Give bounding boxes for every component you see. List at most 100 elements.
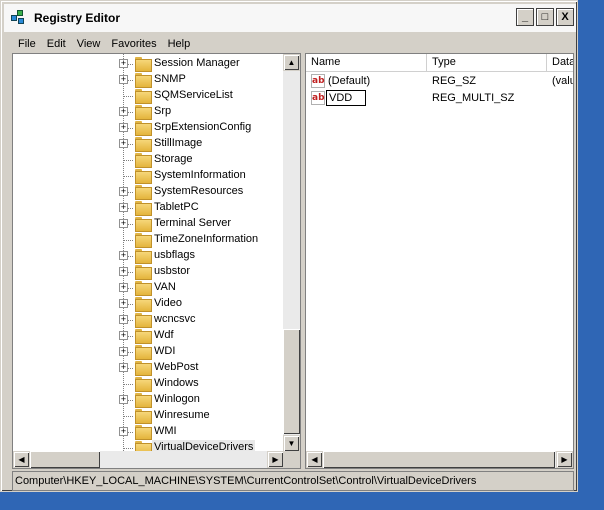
menu-view[interactable]: View: [77, 38, 101, 50]
tree-node[interactable]: + TabletPC: [13, 200, 284, 216]
tree-node-label[interactable]: VAN: [152, 280, 178, 294]
maximize-button[interactable]: □: [536, 8, 554, 26]
tree-node[interactable]: + SNMP: [13, 72, 284, 88]
tree-node[interactable]: + Video: [13, 296, 284, 312]
tree-horizontal-scrollbar[interactable]: ◀ ▶: [13, 451, 284, 468]
tree-node[interactable]: + Session Manager: [13, 56, 284, 72]
registry-tree-pane[interactable]: + Session Manager + SNMP SQMServiceList + Srp +…: [12, 53, 301, 469]
tree-node-label[interactable]: usbstor: [152, 264, 192, 278]
tree-node-label[interactable]: SNMP: [152, 72, 188, 86]
tree-node[interactable]: Windows: [13, 376, 284, 392]
tree-node-label[interactable]: SQMServiceList: [152, 88, 235, 102]
tree-node-label[interactable]: Srp: [152, 104, 173, 118]
expand-node-icon[interactable]: +: [119, 283, 128, 292]
expand-node-icon[interactable]: +: [119, 107, 128, 116]
tree-node[interactable]: + usbstor: [13, 264, 284, 280]
tree-node[interactable]: + WDI: [13, 344, 284, 360]
menu-file[interactable]: File: [18, 38, 36, 50]
tree-node-label[interactable]: WebPost: [152, 360, 200, 374]
tree-node-label[interactable]: Winlogon: [152, 392, 202, 406]
expand-node-icon[interactable]: +: [119, 363, 128, 372]
tree-node-label[interactable]: Wdf: [152, 328, 176, 342]
tree-node-label[interactable]: WDI: [152, 344, 177, 358]
rename-value-input[interactable]: VDD: [326, 90, 366, 106]
value-row-vdd[interactable]: ab VDD REG_MULTI_SZ: [306, 90, 573, 107]
tree-node-label[interactable]: Storage: [152, 152, 195, 166]
column-headers: Name Type Data: [306, 54, 573, 72]
tree-node[interactable]: + usbflags: [13, 248, 284, 264]
close-button[interactable]: X: [556, 8, 574, 26]
expand-node-icon[interactable]: +: [119, 59, 128, 68]
tree-node-label[interactable]: Session Manager: [152, 56, 242, 70]
tree-node-label[interactable]: Video: [152, 296, 184, 310]
tree-connector: [124, 416, 134, 417]
tree-node[interactable]: + WMI: [13, 424, 284, 440]
expand-node-icon[interactable]: +: [119, 267, 128, 276]
scroll-down-button[interactable]: ▼: [283, 435, 300, 452]
tree-node-label[interactable]: SystemInformation: [152, 168, 248, 182]
tree-node[interactable]: + Terminal Server: [13, 216, 284, 232]
expand-node-icon[interactable]: +: [119, 187, 128, 196]
tree-node[interactable]: + Srp: [13, 104, 284, 120]
title-bar[interactable]: Registry Editor _ □ X: [4, 4, 576, 32]
scroll-up-button[interactable]: ▲: [283, 54, 300, 71]
column-header-type[interactable]: Type: [427, 54, 547, 72]
tree-node[interactable]: + StillImage: [13, 136, 284, 152]
expand-node-icon[interactable]: +: [119, 315, 128, 324]
minimize-button[interactable]: _: [516, 8, 534, 26]
expand-node-icon[interactable]: +: [119, 299, 128, 308]
expand-node-icon[interactable]: +: [119, 203, 128, 212]
expand-node-icon[interactable]: +: [119, 219, 128, 228]
scroll-left-button[interactable]: ◀: [13, 451, 30, 468]
tree-node[interactable]: Storage: [13, 152, 284, 168]
menu-edit[interactable]: Edit: [47, 38, 66, 50]
tree-node[interactable]: + SystemResources: [13, 184, 284, 200]
tree-node-label[interactable]: WMI: [152, 424, 179, 438]
value-row-default[interactable]: ab (Default) REG_SZ (valu: [306, 73, 573, 90]
folder-icon: [135, 233, 152, 248]
menu-favorites[interactable]: Favorites: [111, 38, 156, 50]
expand-node-icon[interactable]: +: [119, 331, 128, 340]
tree-node-label[interactable]: SystemResources: [152, 184, 245, 198]
tree-node-label[interactable]: Winresume: [152, 408, 212, 422]
tree-scroll-thumb[interactable]: [283, 329, 300, 434]
tree-node-label[interactable]: SrpExtensionConfig: [152, 120, 253, 134]
values-scroll-left-button[interactable]: ◀: [306, 451, 323, 468]
registry-editor-window: Registry Editor _ □ X File Edit View Fav…: [0, 0, 578, 492]
expand-node-icon[interactable]: +: [119, 427, 128, 436]
expand-node-icon[interactable]: +: [119, 347, 128, 356]
tree-vertical-scrollbar[interactable]: ▲ ▼: [283, 54, 300, 452]
tree-node[interactable]: + SrpExtensionConfig: [13, 120, 284, 136]
scroll-right-button[interactable]: ▶: [267, 451, 284, 468]
expand-node-icon[interactable]: +: [119, 75, 128, 84]
expand-node-icon[interactable]: +: [119, 395, 128, 404]
tree-node[interactable]: + WebPost: [13, 360, 284, 376]
expand-node-icon[interactable]: +: [119, 123, 128, 132]
tree-node-label[interactable]: Terminal Server: [152, 216, 233, 230]
tree-node[interactable]: SystemInformation: [13, 168, 284, 184]
values-horizontal-scrollbar[interactable]: ◀ ▶: [306, 451, 573, 468]
tree-node-label[interactable]: Windows: [152, 376, 201, 390]
expand-node-icon[interactable]: +: [119, 139, 128, 148]
tree-node[interactable]: SQMServiceList: [13, 88, 284, 104]
tree-node[interactable]: + Wdf: [13, 328, 284, 344]
column-header-data[interactable]: Data: [547, 54, 573, 72]
tree-node[interactable]: TimeZoneInformation: [13, 232, 284, 248]
tree-node-label[interactable]: TimeZoneInformation: [152, 232, 260, 246]
menu-help[interactable]: Help: [168, 38, 191, 50]
tree-node-label[interactable]: usbflags: [152, 248, 197, 262]
tree-node-label[interactable]: TabletPC: [152, 200, 201, 214]
tree-node[interactable]: + VAN: [13, 280, 284, 296]
values-hscroll-thumb[interactable]: [323, 451, 555, 468]
tree-node[interactable]: Winresume: [13, 408, 284, 424]
values-scroll-right-button[interactable]: ▶: [556, 451, 573, 468]
tree-node-label[interactable]: wcncsvc: [152, 312, 198, 326]
tree-node[interactable]: + wcncsvc: [13, 312, 284, 328]
column-header-name[interactable]: Name: [306, 54, 427, 72]
expand-node-icon[interactable]: +: [119, 251, 128, 260]
folder-icon: [135, 409, 152, 424]
tree-node-label[interactable]: StillImage: [152, 136, 204, 150]
tree-hscroll-thumb[interactable]: [30, 451, 100, 468]
tree-node[interactable]: + Winlogon: [13, 392, 284, 408]
values-list-pane[interactable]: Name Type Data ab (Default) REG_SZ (valu…: [305, 53, 574, 469]
